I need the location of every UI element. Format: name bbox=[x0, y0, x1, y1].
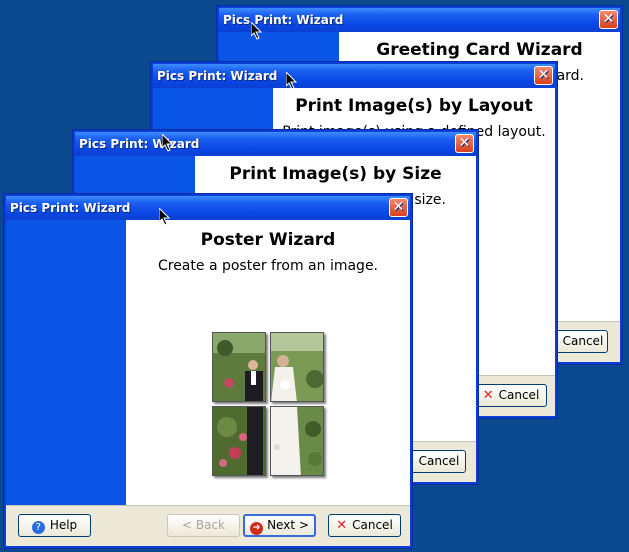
window-title-bar[interactable]: Pics Print: Wizard ✕ bbox=[153, 64, 555, 88]
cancel-x-icon: ✕ bbox=[336, 518, 348, 533]
window-title: Pics Print: Wizard bbox=[157, 69, 278, 83]
wizard-sidebar bbox=[6, 220, 126, 506]
next-arrow-icon: ➜ bbox=[250, 522, 264, 535]
poster-tile bbox=[270, 332, 324, 402]
window-title: Pics Print: Wizard bbox=[79, 137, 200, 151]
close-icon[interactable]: ✕ bbox=[455, 134, 474, 153]
window-title: Pics Print: Wizard bbox=[223, 13, 344, 27]
wizard-heading: Print Image(s) by Size bbox=[229, 164, 442, 184]
poster-preview bbox=[212, 332, 328, 478]
wizard-description: Create a poster from an image. bbox=[157, 258, 379, 274]
poster-tile bbox=[270, 406, 324, 476]
close-icon[interactable]: ✕ bbox=[534, 66, 553, 85]
cancel-button[interactable]: ✕Cancel bbox=[475, 384, 547, 407]
close-icon[interactable]: ✕ bbox=[389, 198, 408, 217]
poster-tile bbox=[212, 406, 266, 476]
window-title-bar[interactable]: Pics Print: Wizard ✕ bbox=[75, 132, 476, 156]
window-title-bar[interactable]: Pics Print: Wizard ✕ bbox=[6, 196, 410, 220]
close-icon[interactable]: ✕ bbox=[599, 10, 618, 29]
wizard-heading: Poster Wizard bbox=[200, 230, 336, 250]
cancel-button[interactable]: ✕Cancel bbox=[328, 514, 401, 537]
window-title-bar[interactable]: Pics Print: Wizard ✕ bbox=[219, 8, 620, 32]
wizard-window-poster: Pics Print: Wizard ✕ Poster Wizard Creat… bbox=[4, 194, 412, 548]
poster-tile bbox=[212, 332, 266, 402]
help-button[interactable]: ? Help bbox=[18, 514, 91, 537]
wizard-footer: ? Help < Back ➜ Next > ✕ Cancel bbox=[6, 505, 410, 546]
back-button[interactable]: < Back bbox=[167, 514, 240, 537]
wizard-heading: Greeting Card Wizard bbox=[376, 40, 583, 60]
cancel-x-icon: ✕ bbox=[482, 388, 494, 403]
next-button[interactable]: ➜ Next > bbox=[243, 514, 316, 537]
wizard-content: Poster Wizard Create a poster from an im… bbox=[126, 220, 410, 506]
window-title: Pics Print: Wizard bbox=[10, 201, 131, 215]
help-icon: ? bbox=[31, 521, 45, 534]
wizard-heading: Print Image(s) by Layout bbox=[295, 96, 533, 116]
